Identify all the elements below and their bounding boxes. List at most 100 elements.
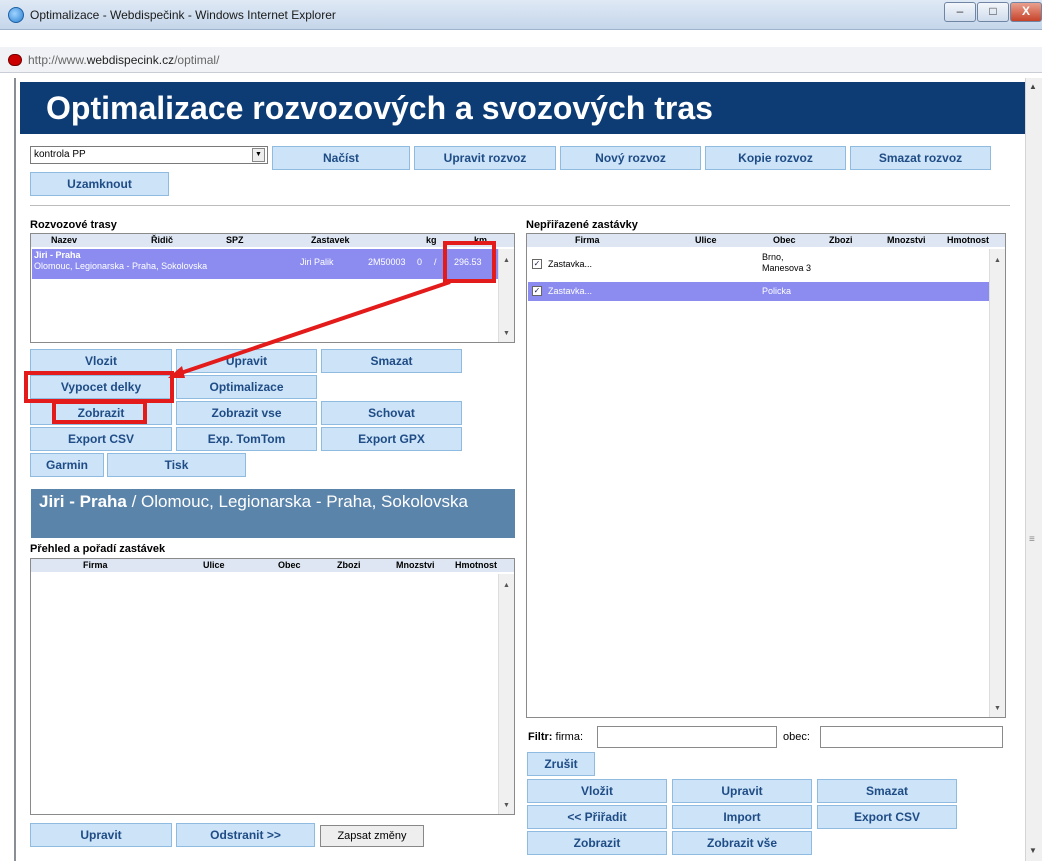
- copy-route-button[interactable]: Kopie rozvoz: [705, 146, 846, 170]
- delete-button[interactable]: Smazat: [321, 349, 462, 373]
- load-button[interactable]: Načíst: [272, 146, 410, 170]
- window-titlebar: Optimalizace - Webdispečink - Windows In…: [0, 0, 1042, 30]
- lock-button[interactable]: Uzamknout: [30, 172, 169, 196]
- show-all-button[interactable]: Zobrazit vse: [176, 401, 317, 425]
- unassigned-scrollbar[interactable]: ▲ ▼: [989, 249, 1005, 717]
- stop-show-button[interactable]: Zobrazit: [527, 831, 667, 855]
- close-button[interactable]: X: [1010, 2, 1042, 22]
- scroll-down-icon[interactable]: ▼: [994, 705, 1001, 712]
- scroll-up-icon[interactable]: ▲: [503, 257, 510, 264]
- col-nazev: Nazev: [51, 235, 78, 245]
- scroll-up-icon[interactable]: ▲: [1029, 82, 1037, 91]
- scroll-up-icon[interactable]: ▲: [503, 582, 510, 589]
- maximize-button[interactable]: □: [977, 2, 1009, 22]
- site-favicon-icon: [8, 54, 22, 66]
- route-name: Jiri - Praha: [34, 250, 81, 260]
- assign-button[interactable]: << Přiřadit: [527, 805, 667, 829]
- stop-obec: Brno,: [762, 252, 784, 262]
- annotation-km-highlight: [443, 241, 496, 283]
- routes-table-header: Nazev Řidič SPZ Zastavek kg km: [31, 234, 514, 247]
- minimize-button[interactable]: –: [944, 2, 976, 22]
- route-stops: 0: [417, 257, 423, 267]
- list-item[interactable]: ✓ Zastavka... Brno, Manesova 3: [528, 251, 989, 279]
- ie-logo-icon: [8, 7, 24, 23]
- row-checkbox[interactable]: ✓: [532, 259, 542, 269]
- row-checkbox[interactable]: ✓: [532, 286, 542, 296]
- col-hmotnost: Hmotnost: [947, 235, 989, 245]
- import-button[interactable]: Import: [672, 805, 812, 829]
- route-select-value: kontrola PP: [34, 149, 86, 160]
- col-mnozstvi: Mnozstvi: [396, 560, 435, 570]
- scroll-down-icon[interactable]: ▼: [503, 330, 510, 337]
- stop-show-all-button[interactable]: Zobrazit vše: [672, 831, 812, 855]
- clear-filter-button[interactable]: Zrušit: [527, 752, 595, 776]
- stops-table-header: Firma Ulice Obec Zbozi Mnozstvi Hmotnost: [31, 559, 514, 572]
- print-button[interactable]: Tisk: [107, 453, 246, 477]
- col-ridic: Řidič: [151, 235, 174, 245]
- optimize-button[interactable]: Optimalizace: [176, 375, 317, 399]
- unassigned-table-header: Firma Ulice Obec Zbozi Mnozstvi Hmotnost: [527, 234, 1005, 247]
- page-scrollbar[interactable]: ▲ ≡ ▼: [1025, 78, 1042, 861]
- col-spz: SPZ: [226, 235, 244, 245]
- address-bar[interactable]: http://www.webdispecink.cz/optimal/: [0, 47, 1042, 73]
- delete-route-button[interactable]: Smazat rozvoz: [850, 146, 991, 170]
- insert-stop-button[interactable]: Vložit: [527, 779, 667, 803]
- export-tomtom-button[interactable]: Exp. TomTom: [176, 427, 317, 451]
- stops-scrollbar[interactable]: ▲ ▼: [498, 574, 514, 814]
- delete-stop-button[interactable]: Smazat: [817, 779, 957, 803]
- address-url[interactable]: http://www.webdispecink.cz/optimal/: [28, 53, 219, 67]
- stop-obec: Policka: [762, 286, 792, 296]
- export-csv-button[interactable]: Export CSV: [30, 427, 172, 451]
- stop-firma: Zastavka...: [548, 286, 593, 296]
- stops-table[interactable]: Firma Ulice Obec Zbozi Mnozstvi Hmotnost…: [30, 558, 515, 815]
- route-spz: 2M50003: [368, 257, 406, 267]
- col-firma: Firma: [575, 235, 600, 245]
- col-mnozstvi: Mnozstvi: [887, 235, 926, 245]
- dropdown-arrow-icon[interactable]: ▼: [252, 148, 265, 162]
- edit-button[interactable]: Upravit: [176, 349, 317, 373]
- col-kg: kg: [426, 235, 437, 245]
- scroll-down-icon[interactable]: ▼: [503, 802, 510, 809]
- routes-label: Rozvozové trasy: [30, 219, 117, 231]
- filter-firma-input[interactable]: [597, 726, 777, 748]
- page-title: Optimalizace rozvozových a svozových tra…: [20, 82, 1025, 134]
- col-zbozi: Zbozi: [829, 235, 853, 245]
- export-gpx-button[interactable]: Export GPX: [321, 427, 462, 451]
- filter-obec-label: obec:: [783, 731, 810, 743]
- divider: [30, 205, 1010, 206]
- col-obec: Obec: [773, 235, 796, 245]
- save-changes-button[interactable]: Zapsat změny: [320, 825, 424, 847]
- list-item[interactable]: ✓ Zastavka... Policka: [528, 282, 989, 301]
- filter-obec-input[interactable]: [820, 726, 1003, 748]
- route-select[interactable]: kontrola PP ▼: [30, 146, 268, 164]
- edit-stop-button[interactable]: Upravit: [672, 779, 812, 803]
- stop-firma: Zastavka...: [548, 259, 593, 269]
- scroll-grip-icon[interactable]: ≡: [1029, 534, 1035, 545]
- col-zastavek: Zastavek: [311, 235, 350, 245]
- edit-route-button[interactable]: Upravit rozvoz: [414, 146, 556, 170]
- route-driver: Jiri Palik: [300, 257, 334, 267]
- route-description: Olomouc, Legionarska - Praha, Sokolovska: [34, 261, 208, 271]
- scroll-up-icon[interactable]: ▲: [994, 257, 1001, 264]
- window-title: Optimalizace - Webdispečink - Windows In…: [30, 8, 336, 22]
- col-ulice: Ulice: [203, 560, 225, 570]
- col-hmotnost: Hmotnost: [455, 560, 497, 570]
- unassigned-table[interactable]: Firma Ulice Obec Zbozi Mnozstvi Hmotnost…: [526, 233, 1006, 718]
- stops-overview-label: Přehled a pořadí zastávek: [30, 543, 166, 555]
- col-zbozi: Zbozi: [337, 560, 361, 570]
- scroll-down-icon[interactable]: ▼: [1029, 846, 1037, 855]
- remove-button[interactable]: Odstranit >>: [176, 823, 315, 847]
- insert-button[interactable]: Vlozit: [30, 349, 172, 373]
- annotation-calc-highlight: [24, 371, 174, 403]
- table-row[interactable]: Jiri - Praha Olomouc, Legionarska - Prah…: [32, 249, 498, 279]
- hide-button[interactable]: Schovat: [321, 401, 462, 425]
- garmin-button[interactable]: Garmin: [30, 453, 104, 477]
- detail-edit-button[interactable]: Upravit: [30, 823, 172, 847]
- routes-scrollbar[interactable]: ▲ ▼: [498, 249, 514, 342]
- new-route-button[interactable]: Nový rozvoz: [560, 146, 701, 170]
- col-firma: Firma: [83, 560, 108, 570]
- unassigned-label: Nepřiřazené zastávky: [526, 219, 638, 231]
- col-obec: Obec: [278, 560, 301, 570]
- route-detail-title: Jiri - Praha / Olomouc, Legionarska - Pr…: [31, 489, 515, 538]
- stop-export-csv-button[interactable]: Export CSV: [817, 805, 957, 829]
